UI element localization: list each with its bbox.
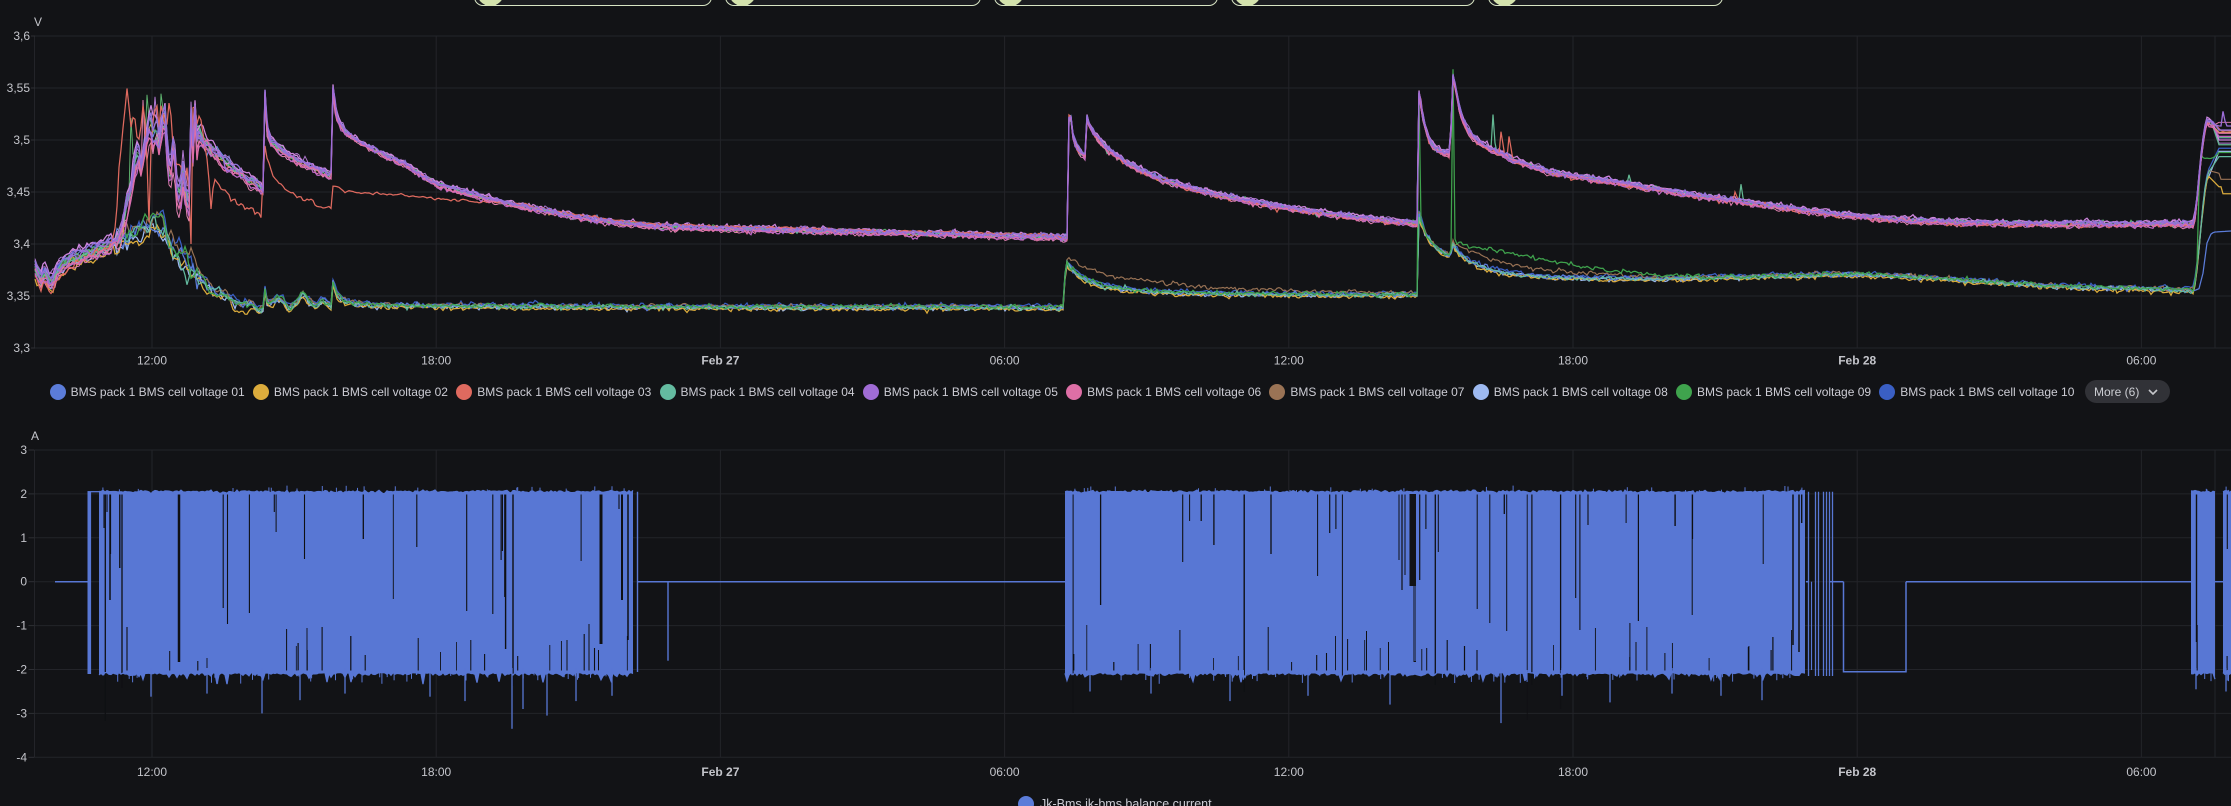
svg-text:2: 2: [20, 487, 27, 501]
svg-text:12:00: 12:00: [1274, 765, 1304, 779]
svg-text:Feb 28: Feb 28: [1838, 354, 1876, 368]
svg-text:3,45: 3,45: [7, 185, 31, 199]
svg-text:06:00: 06:00: [990, 765, 1020, 779]
svg-text:18:00: 18:00: [421, 354, 451, 368]
svg-text:12:00: 12:00: [1274, 354, 1304, 368]
svg-text:12:00: 12:00: [137, 354, 167, 368]
svg-text:A: A: [31, 429, 39, 443]
svg-text:18:00: 18:00: [1558, 765, 1588, 779]
svg-text:3,4: 3,4: [13, 237, 30, 251]
svg-text:Feb 27: Feb 27: [701, 354, 739, 368]
svg-text:Feb 28: Feb 28: [1838, 765, 1876, 779]
svg-text:V: V: [34, 15, 42, 29]
svg-text:0: 0: [20, 575, 27, 589]
svg-text:-1: -1: [16, 619, 27, 633]
svg-text:06:00: 06:00: [2126, 765, 2156, 779]
svg-text:06:00: 06:00: [990, 354, 1020, 368]
svg-text:3,3: 3,3: [13, 341, 30, 355]
svg-text:3: 3: [20, 443, 27, 457]
svg-text:3,35: 3,35: [7, 289, 31, 303]
svg-text:12:00: 12:00: [137, 765, 167, 779]
svg-text:18:00: 18:00: [421, 765, 451, 779]
svg-text:-3: -3: [16, 706, 27, 720]
svg-text:Feb 27: Feb 27: [701, 765, 739, 779]
svg-text:1: 1: [20, 531, 27, 545]
svg-text:06:00: 06:00: [2126, 354, 2156, 368]
svg-text:18:00: 18:00: [1558, 354, 1588, 368]
svg-text:3,55: 3,55: [7, 81, 31, 95]
svg-text:-2: -2: [16, 663, 27, 677]
svg-text:-4: -4: [16, 750, 27, 764]
svg-text:3,5: 3,5: [13, 133, 30, 147]
svg-text:3,6: 3,6: [13, 29, 30, 43]
